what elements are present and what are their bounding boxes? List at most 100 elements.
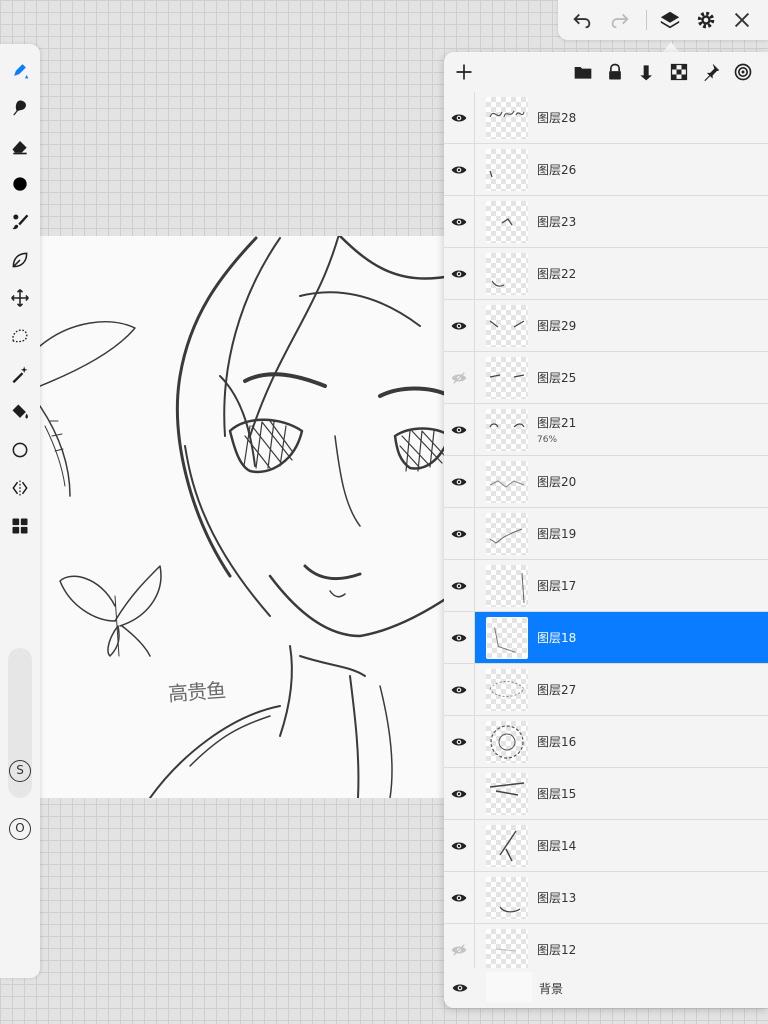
opacity-button[interactable]: O	[9, 818, 31, 840]
visibility-eye-icon[interactable]	[444, 872, 475, 923]
layers-icon[interactable]	[656, 6, 684, 34]
layer-thumbnail	[486, 972, 532, 1002]
pen-tool-icon[interactable]	[6, 56, 34, 84]
top-toolbar	[558, 0, 768, 40]
layer-name: 图层23	[537, 215, 577, 229]
visibility-eye-icon[interactable]	[444, 820, 475, 871]
undo-icon[interactable]	[568, 6, 596, 34]
layer-panel: 图层28 图层26 图层23 图层22 图层29 图层25 图层21 76% 图层20 图层19 图…	[444, 52, 768, 1008]
layer-thumbnail[interactable]	[486, 617, 528, 659]
layer-name: 图层18	[537, 631, 577, 645]
layer-thumbnail[interactable]	[486, 929, 528, 971]
layer-thumbnail[interactable]	[486, 877, 528, 919]
layer-row[interactable]: 图层29	[444, 300, 768, 352]
layer-name: 图层27	[537, 683, 577, 697]
layer-name: 图层26	[537, 163, 577, 177]
layer-row[interactable]: 图层20	[444, 456, 768, 508]
visibility-eye-icon[interactable]	[444, 248, 475, 299]
lock-icon[interactable]	[603, 60, 627, 84]
layer-row[interactable]: 图层25	[444, 352, 768, 404]
shape-circle-icon[interactable]	[6, 436, 34, 464]
layer-name: 图层16	[537, 735, 577, 749]
layer-row[interactable]: 图层26	[444, 144, 768, 196]
layer-row[interactable]: 图层22	[444, 248, 768, 300]
toolbar-divider	[646, 10, 647, 30]
move-icon[interactable]	[6, 284, 34, 312]
layer-thumbnail[interactable]	[486, 721, 528, 763]
transparency-icon[interactable]	[667, 60, 691, 84]
layer-thumbnail[interactable]	[486, 149, 528, 191]
layers-list: 图层28 图层26 图层23 图层22 图层29 图层25 图层21 76% 图层20 图层19 图…	[444, 92, 768, 976]
layer-name: 图层20	[537, 475, 577, 489]
layer-name: 图层19	[537, 527, 577, 541]
layer-row[interactable]: 图层19	[444, 508, 768, 560]
layer-name: 图层21	[537, 416, 577, 430]
visibility-eye-icon[interactable]	[444, 92, 475, 143]
folder-icon[interactable]	[571, 60, 595, 84]
layer-row[interactable]: 图层16	[444, 716, 768, 768]
visibility-eye-icon[interactable]	[444, 456, 475, 507]
layer-thumbnail[interactable]	[486, 513, 528, 555]
color-circle-icon[interactable]	[6, 170, 34, 198]
layer-opacity-label: 76%	[537, 435, 558, 445]
brush-picker-icon[interactable]	[6, 208, 34, 236]
visibility-eye-icon[interactable]	[444, 300, 475, 351]
settings-icon[interactable]	[692, 6, 720, 34]
visibility-eye-icon[interactable]	[444, 664, 475, 715]
layer-row[interactable]: 图层13	[444, 872, 768, 924]
layer-name: 图层12	[537, 943, 577, 957]
add-layer-icon[interactable]	[452, 60, 476, 84]
layer-row[interactable]: 图层15	[444, 768, 768, 820]
layer-name: 图层29	[537, 319, 577, 333]
smudge-brush-icon[interactable]	[6, 94, 34, 122]
layer-name: 图层14	[537, 839, 577, 853]
redo-icon[interactable]	[606, 6, 634, 34]
layer-row[interactable]: 图层14	[444, 820, 768, 872]
visibility-eye-icon[interactable]	[444, 768, 475, 819]
layer-thumbnail[interactable]	[486, 357, 528, 399]
layer-panel-header	[444, 52, 768, 92]
visibility-hidden-icon[interactable]	[444, 352, 475, 403]
layer-thumbnail[interactable]	[486, 253, 528, 295]
symmetry-icon[interactable]	[6, 474, 34, 502]
layer-thumbnail[interactable]	[486, 669, 528, 711]
fill-bucket-icon[interactable]	[6, 398, 34, 426]
visibility-eye-icon[interactable]	[444, 968, 475, 1008]
visibility-eye-icon[interactable]	[444, 508, 475, 559]
close-icon[interactable]	[728, 6, 756, 34]
visibility-eye-icon[interactable]	[444, 196, 475, 247]
layer-thumbnail[interactable]	[486, 825, 528, 867]
layer-thumbnail[interactable]	[486, 773, 528, 815]
layer-row[interactable]: 图层18	[444, 612, 768, 664]
layer-thumbnail[interactable]	[486, 201, 528, 243]
grid-view-icon[interactable]	[6, 512, 34, 540]
lasso-leaf-icon[interactable]	[6, 246, 34, 274]
layer-name: 图层25	[537, 371, 577, 385]
layer-row-background[interactable]: 背景	[444, 968, 768, 1008]
layer-row[interactable]: 图层28	[444, 92, 768, 144]
visibility-eye-icon[interactable]	[444, 560, 475, 611]
reference-icon[interactable]	[731, 60, 755, 84]
pin-icon[interactable]	[699, 60, 723, 84]
layer-row[interactable]: 图层27	[444, 664, 768, 716]
visibility-eye-icon[interactable]	[444, 716, 475, 767]
left-toolbar: S O	[0, 44, 40, 978]
layer-thumbnail[interactable]	[486, 97, 528, 139]
layer-row[interactable]: 图层17	[444, 560, 768, 612]
size-button[interactable]: S	[9, 760, 31, 782]
visibility-eye-icon[interactable]	[444, 404, 475, 455]
visibility-eye-icon[interactable]	[444, 612, 475, 663]
eraser-icon[interactable]	[6, 132, 34, 160]
lasso-select-icon[interactable]	[6, 322, 34, 350]
layer-thumbnail[interactable]	[486, 461, 528, 503]
layer-row[interactable]: 图层21 76%	[444, 404, 768, 456]
layer-row[interactable]: 图层23	[444, 196, 768, 248]
layer-thumbnail[interactable]	[486, 305, 528, 347]
layer-name: 背景	[539, 982, 564, 996]
magic-wand-icon[interactable]	[6, 360, 34, 388]
layer-thumbnail[interactable]	[486, 565, 528, 607]
visibility-eye-icon[interactable]	[444, 144, 475, 195]
layer-thumbnail[interactable]	[486, 409, 528, 451]
signature-text: 高贵鱼	[167, 678, 226, 706]
merge-down-icon[interactable]	[635, 60, 659, 84]
